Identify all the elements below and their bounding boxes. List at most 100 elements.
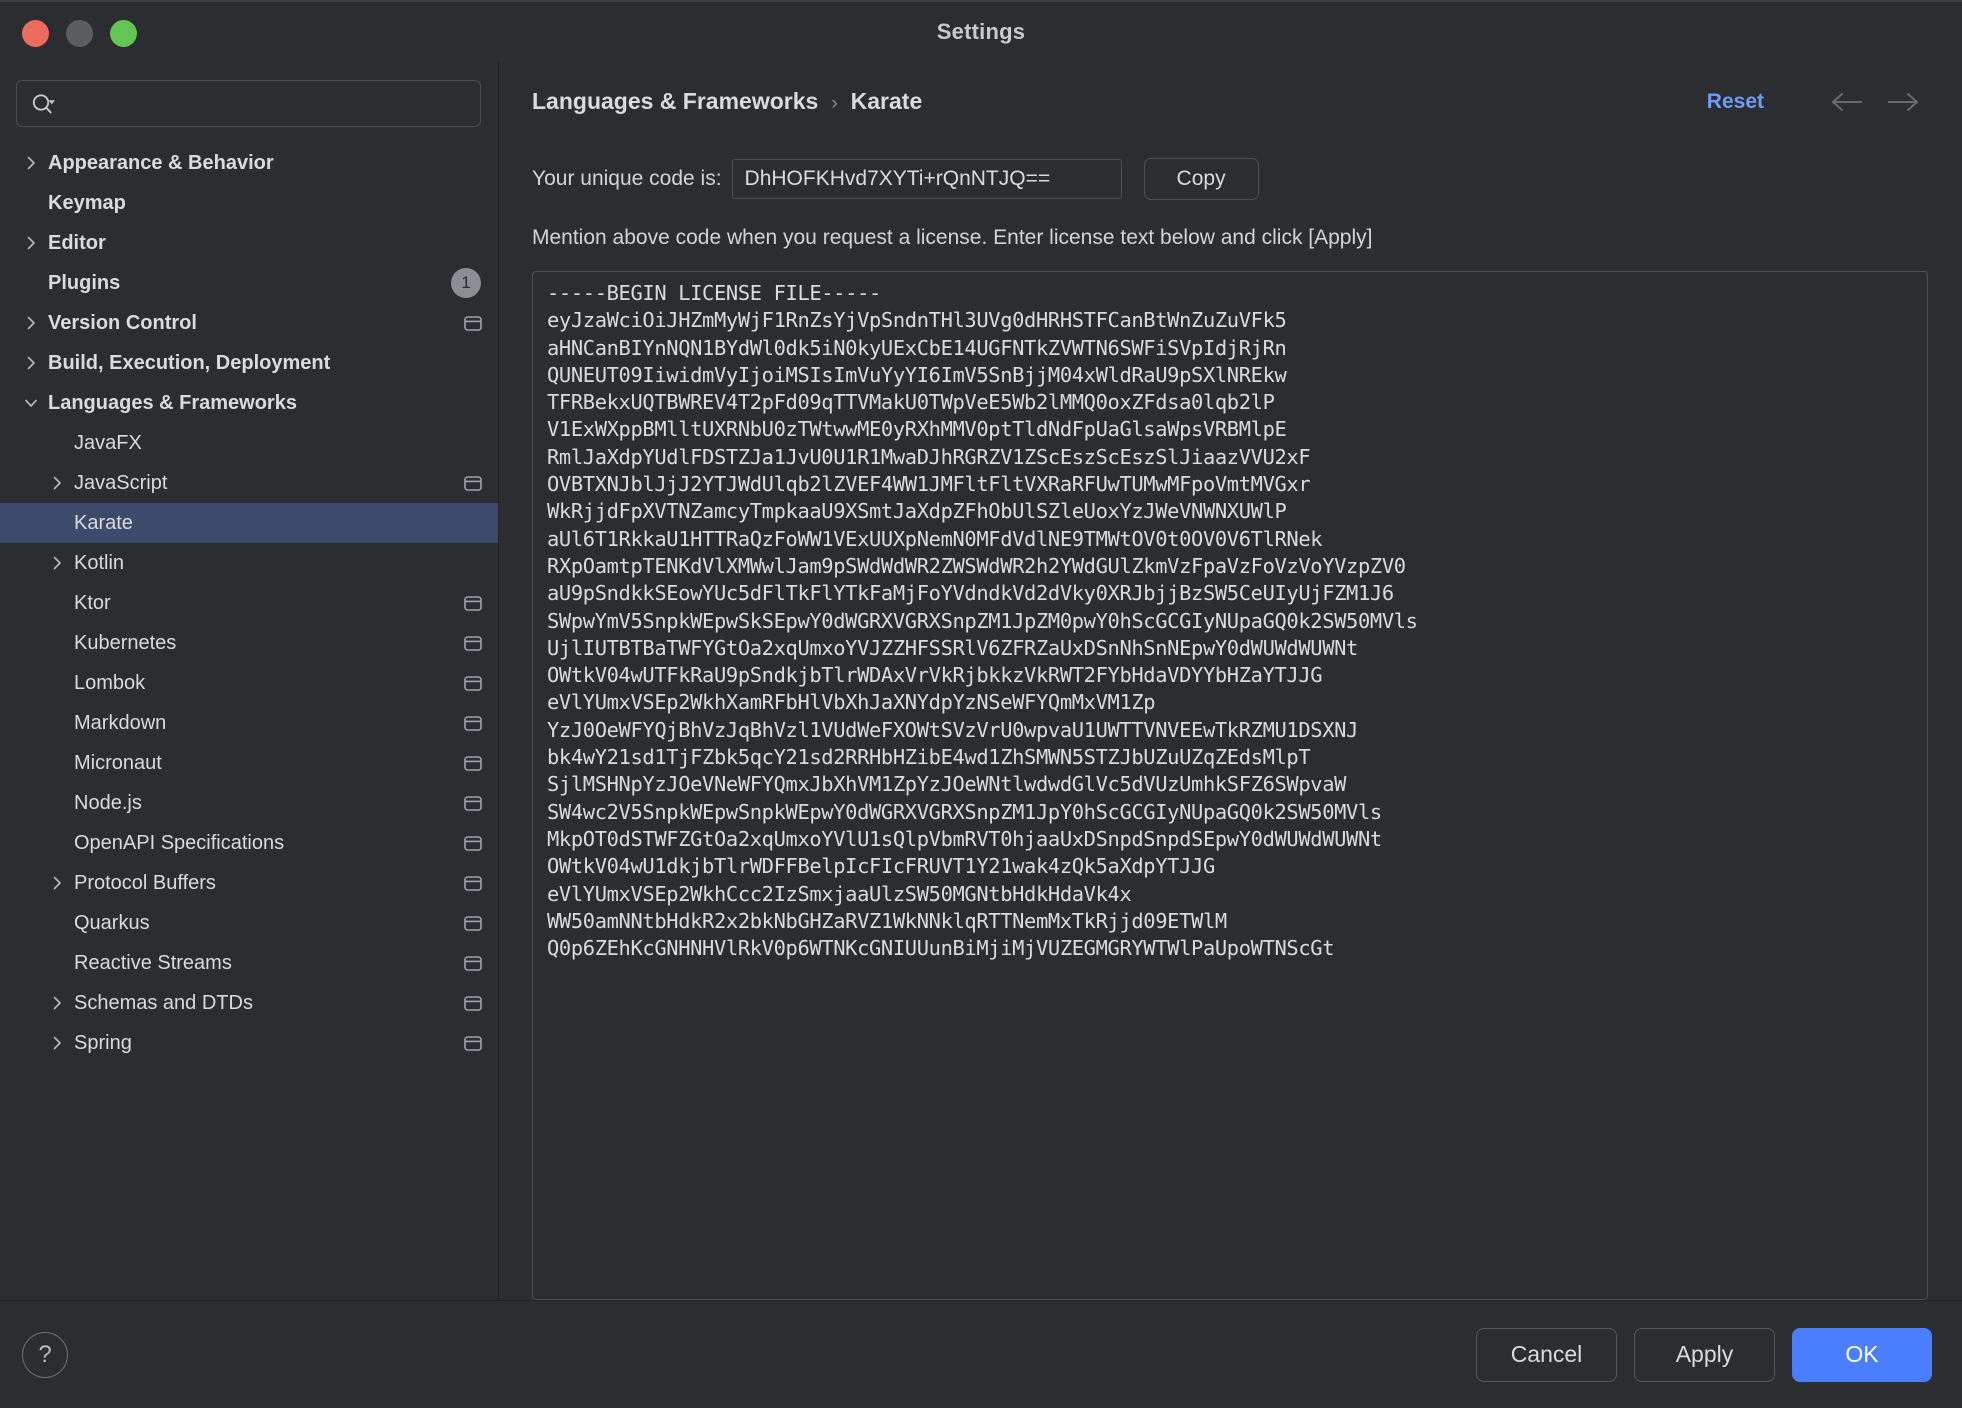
license-text-area[interactable]: -----BEGIN LICENSE FILE----- eyJzaWciOiJ… [532, 271, 1928, 1300]
apply-button[interactable]: Apply [1634, 1328, 1775, 1382]
settings-tree: Appearance & Behavior Keymap Editor Plugins… [0, 137, 498, 1300]
module-icon [462, 713, 484, 733]
window-titlebar: Settings [0, 0, 1962, 62]
window-title: Settings [937, 19, 1025, 45]
help-button[interactable]: ? [22, 1332, 68, 1378]
module-icon [462, 473, 484, 493]
dialog-footer: ? Cancel Apply OK [0, 1300, 1962, 1408]
sidebar-item-label: Appearance & Behavior [48, 152, 274, 175]
sidebar-item-label: Editor [48, 232, 106, 255]
chevron-right-icon[interactable] [14, 154, 48, 172]
sidebar-item-karate[interactable]: Karate [0, 503, 498, 543]
dialog-body: Appearance & Behavior Keymap Editor Plugins… [0, 62, 1962, 1300]
sidebar-item-label: Schemas and DTDs [74, 992, 253, 1015]
chevron-right-icon[interactable] [40, 474, 74, 492]
sidebar-item-protocol-buffers[interactable]: Protocol Buffers [0, 863, 498, 903]
breadcrumb-current: Karate [851, 88, 923, 115]
sidebar-item-node-js[interactable]: Node.js [0, 783, 498, 823]
sidebar-item-label: JavaScript [74, 472, 167, 495]
sidebar-item-label: Ktor [74, 592, 111, 615]
sidebar-item-version-control[interactable]: Version Control [0, 303, 498, 343]
sidebar-item-build-execution-deployment[interactable]: Build, Execution, Deployment [0, 343, 498, 383]
search-box[interactable] [16, 80, 481, 127]
sidebar-item-label: Protocol Buffers [74, 872, 216, 895]
breadcrumb: Languages & Frameworks › Karate [532, 88, 922, 115]
window-controls [22, 20, 137, 47]
module-icon [462, 1033, 484, 1053]
sidebar-item-openapi-specifications[interactable]: OpenAPI Specifications [0, 823, 498, 863]
sidebar-item-label: Languages & Frameworks [48, 392, 297, 415]
copy-button[interactable]: Copy [1144, 158, 1259, 200]
arrow-right-icon[interactable] [1882, 89, 1922, 115]
sidebar-item-kotlin[interactable]: Kotlin [0, 543, 498, 583]
sidebar-item-label: Karate [74, 512, 133, 535]
sidebar-item-languages-frameworks[interactable]: Languages & Frameworks [0, 383, 498, 423]
ok-button[interactable]: OK [1792, 1328, 1932, 1382]
arrow-left-icon[interactable] [1828, 89, 1868, 115]
sidebar-item-editor[interactable]: Editor [0, 223, 498, 263]
sidebar-item-markdown[interactable]: Markdown [0, 703, 498, 743]
sidebar-item-label: Build, Execution, Deployment [48, 352, 330, 375]
license-text-content[interactable]: -----BEGIN LICENSE FILE----- eyJzaWciOiJ… [547, 280, 1913, 962]
unique-code-value[interactable]: DhHOFKHvd7XYTi+rQnNTJQ== [732, 159, 1122, 199]
sidebar-item-label: Spring [74, 1032, 132, 1055]
sidebar-item-label: Node.js [74, 792, 142, 815]
cancel-button[interactable]: Cancel [1476, 1328, 1617, 1382]
license-hint-text: Mention above code when you request a li… [532, 226, 1928, 250]
search-icon [31, 92, 57, 116]
breadcrumb-bar: Languages & Frameworks › Karate Reset [499, 62, 1962, 115]
sidebar-item-reactive-streams[interactable]: Reactive Streams [0, 943, 498, 983]
module-icon [462, 633, 484, 653]
sidebar-item-label: Lombok [74, 672, 145, 695]
karate-settings-content: Your unique code is: DhHOFKHvd7XYTi+rQnN… [499, 115, 1962, 1300]
reset-button[interactable]: Reset [1707, 90, 1764, 114]
chevron-right-icon[interactable] [14, 314, 48, 332]
sidebar-item-quarkus[interactable]: Quarkus [0, 903, 498, 943]
sidebar-item-label: Keymap [48, 192, 126, 215]
sidebar-item-label: Kotlin [74, 552, 124, 575]
sidebar-item-label: Plugins [48, 272, 120, 295]
settings-window: Settings Appearance & BehaviorKeymapEdit [0, 0, 1962, 1408]
close-window-button[interactable] [22, 20, 49, 47]
zoom-window-button[interactable] [110, 20, 137, 47]
sidebar-item-label: Version Control [48, 312, 197, 335]
chevron-right-icon[interactable] [14, 234, 48, 252]
chevron-right-icon[interactable] [40, 554, 74, 572]
chevron-right-icon[interactable] [14, 354, 48, 372]
sidebar-item-badge: 1 [451, 268, 481, 298]
module-icon [462, 313, 484, 333]
module-icon [462, 793, 484, 813]
search-input[interactable] [65, 93, 466, 115]
unique-code-label: Your unique code is: [532, 167, 722, 191]
settings-sidebar: Appearance & Behavior Keymap Editor Plugins… [0, 62, 499, 1300]
chevron-right-icon[interactable] [40, 994, 74, 1012]
sidebar-item-spring[interactable]: Spring [0, 1023, 498, 1063]
sidebar-item-lombok[interactable]: Lombok [0, 663, 498, 703]
sidebar-item-kubernetes[interactable]: Kubernetes [0, 623, 498, 663]
chevron-right-icon[interactable] [40, 1034, 74, 1052]
search-container [0, 62, 498, 137]
sidebar-item-label: Micronaut [74, 752, 162, 775]
chevron-right-icon[interactable] [40, 874, 74, 892]
sidebar-item-label: JavaFX [74, 432, 142, 455]
minimize-window-button[interactable] [66, 20, 93, 47]
sidebar-item-plugins[interactable]: Plugins 1 [0, 263, 498, 303]
sidebar-item-micronaut[interactable]: Micronaut [0, 743, 498, 783]
module-icon [462, 993, 484, 1013]
module-icon [462, 673, 484, 693]
chevron-down-icon[interactable] [14, 394, 48, 412]
sidebar-item-label: Quarkus [74, 912, 150, 935]
sidebar-item-ktor[interactable]: Ktor [0, 583, 498, 623]
breadcrumb-separator-icon: › [831, 93, 837, 115]
sidebar-item-keymap[interactable]: Keymap [0, 183, 498, 223]
sidebar-item-label: Reactive Streams [74, 952, 232, 975]
sidebar-item-appearance-behavior[interactable]: Appearance & Behavior [0, 143, 498, 183]
module-icon [462, 593, 484, 613]
breadcrumb-parent[interactable]: Languages & Frameworks [532, 88, 818, 115]
sidebar-item-schemas-and-dtds[interactable]: Schemas and DTDs [0, 983, 498, 1023]
unique-code-row: Your unique code is: DhHOFKHvd7XYTi+rQnN… [532, 158, 1928, 200]
module-icon [462, 873, 484, 893]
module-icon [462, 753, 484, 773]
sidebar-item-javascript[interactable]: JavaScript [0, 463, 498, 503]
sidebar-item-javafx[interactable]: JavaFX [0, 423, 498, 463]
